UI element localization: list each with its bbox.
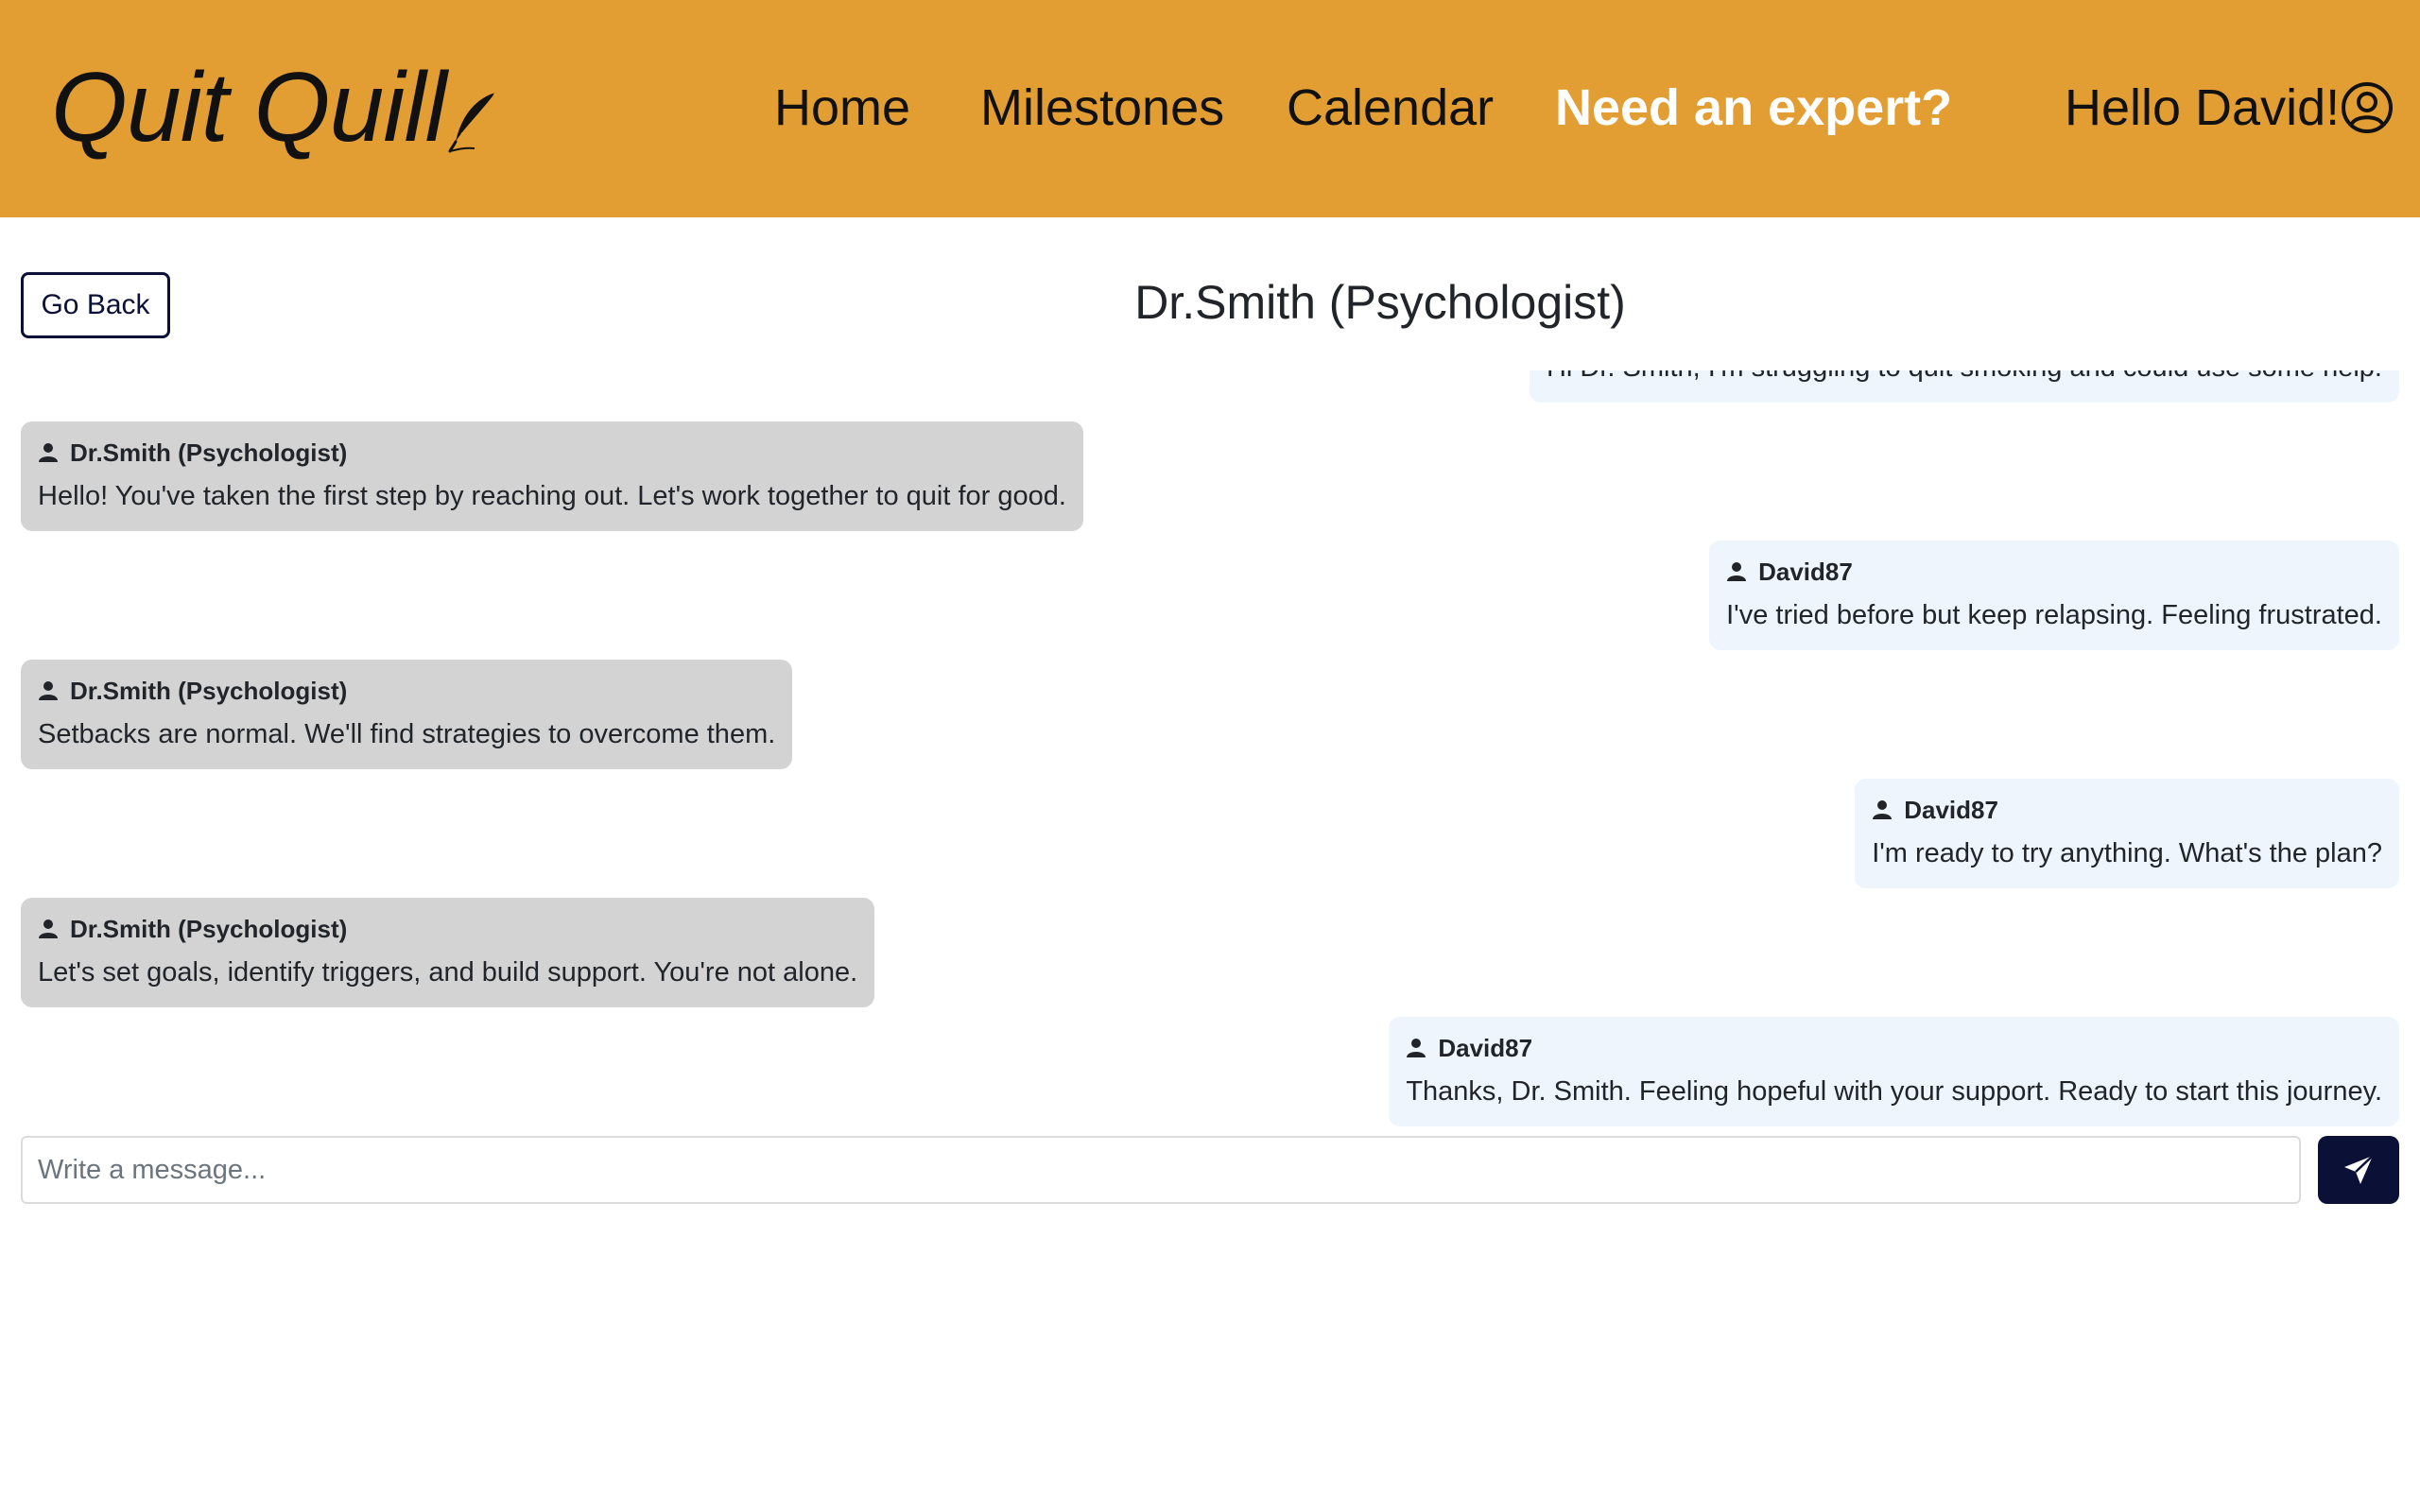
message-bubble-doctor: Dr.Smith (Psychologist) Setbacks are nor… [21,660,793,769]
send-icon [2344,1155,2374,1184]
message-text: Thanks, Dr. Smith. Feeling hopeful with … [1406,1076,2382,1107]
message-sender: David87 [1726,556,2382,588]
message-sender: Dr.Smith (Psychologist) [38,675,775,707]
message-text: Setbacks are normal. We'll find strategi… [38,719,776,749]
message-input[interactable] [21,1136,2301,1204]
person-icon [1727,562,1747,581]
brand-name: Quit Quill [51,53,447,163]
message-sender-name: David87 [1758,558,1853,586]
person-icon [39,443,58,462]
brand-logo[interactable]: Quit Quill [51,59,501,157]
nav-milestones[interactable]: Milestones [980,77,1224,138]
message-sender: David87 [1406,1032,2382,1064]
message-text: Hi Dr. Smith, I'm struggling to quit smo… [1547,370,2382,386]
message-text: I'm ready to try anything. What's the pl… [1872,838,2382,868]
message-sender-name: Dr.Smith (Psychologist) [70,915,348,943]
message-text: I've tried before but keep relapsing. Fe… [1726,600,2382,630]
message-sender-name: Dr.Smith (Psychologist) [70,677,348,705]
nav-home[interactable]: Home [774,77,910,138]
message-sender-name: David87 [1904,796,1998,824]
message-sender-name: David87 [1438,1034,1533,1062]
send-button[interactable] [2318,1136,2399,1204]
user-circle-icon[interactable] [2341,81,2394,134]
message-bubble-user: Hi Dr. Smith, I'm struggling to quit smo… [1529,370,2399,403]
message-sender: Dr.Smith (Psychologist) [38,913,857,945]
quill-icon [448,92,496,153]
message-sender-name: Dr.Smith (Psychologist) [70,438,348,467]
message-text: Hello! You've taken the first step by re… [38,481,1066,511]
top-navbar: Quit Quill Home Milestones Calendar Need… [0,0,2420,217]
message-bubble-user: David87 I've tried before but keep relap… [1709,541,2399,650]
nav-need-an-expert[interactable]: Need an expert? [1555,77,1952,138]
message-bubble-doctor: Dr.Smith (Psychologist) Let's set goals,… [21,898,875,1007]
person-icon [1873,800,1893,819]
message-text: Let's set goals, identify triggers, and … [38,957,858,988]
person-icon [39,919,58,938]
message-bubble-user: David87 I'm ready to try anything. What'… [1855,779,2399,888]
person-icon [1407,1039,1426,1057]
person-icon [39,681,58,700]
user-greeting: Hello David! [2065,79,2341,136]
message-bubble-doctor: Dr.Smith (Psychologist) Hello! You've ta… [21,421,1083,531]
message-sender: David87 [1872,794,2382,826]
message-bubble-user: David87 Thanks, Dr. Smith. Feeling hopef… [1389,1017,2399,1126]
message-list[interactable]: Hi Dr. Smith, I'm struggling to quit smo… [21,370,2399,1134]
chat-title: Dr.Smith (Psychologist) [1134,276,1626,329]
message-sender: Dr.Smith (Psychologist) [38,437,1066,469]
nav-calendar[interactable]: Calendar [1287,77,1494,138]
